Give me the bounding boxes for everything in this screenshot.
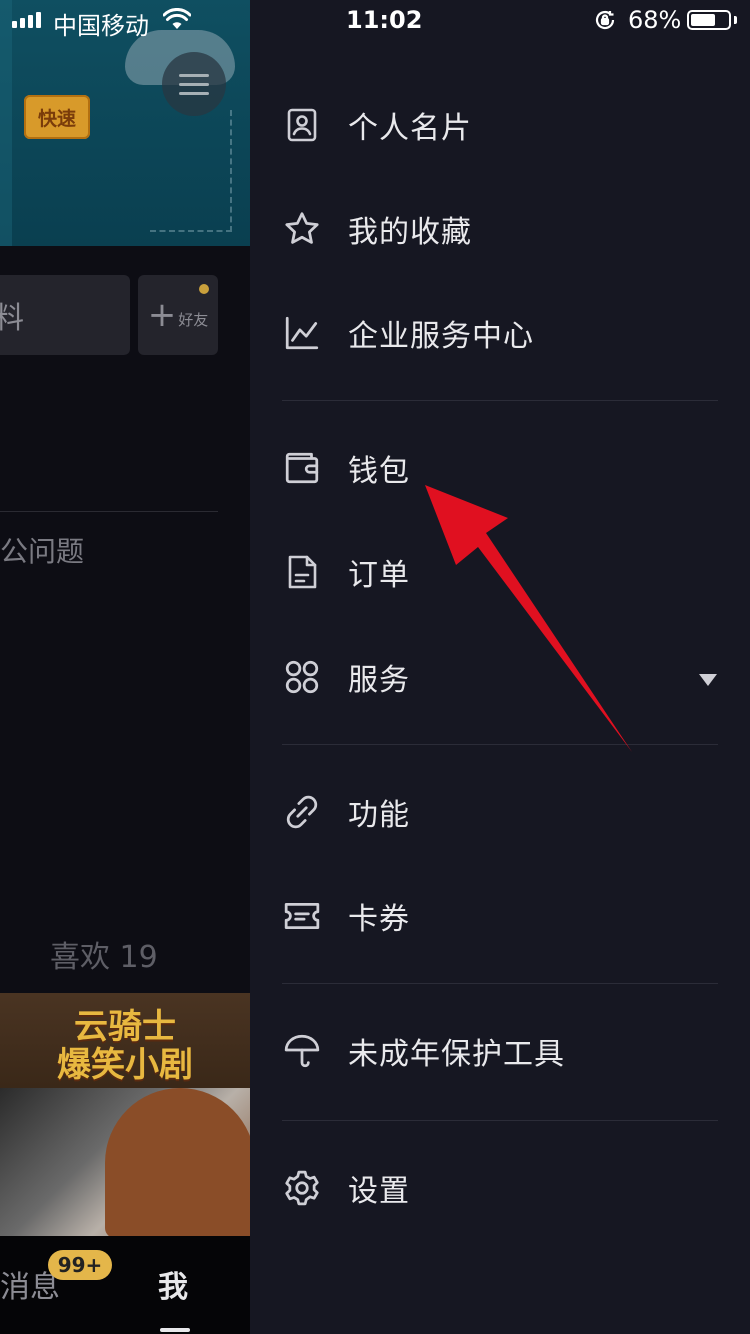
battery-level: [691, 14, 715, 26]
battery-icon: [687, 10, 731, 30]
clock: 11:02: [346, 6, 423, 34]
status-bar: 中国移动 11:02 68%: [0, 0, 750, 40]
battery-tip: [734, 16, 737, 24]
wifi-icon: [162, 8, 192, 36]
signal-strength-icon: [12, 12, 41, 28]
rotation-lock-icon: [593, 8, 617, 38]
annotation-arrow-icon: [425, 485, 632, 752]
carrier-name: 中国移动: [53, 12, 149, 40]
battery-percentage: 68%: [628, 6, 682, 34]
